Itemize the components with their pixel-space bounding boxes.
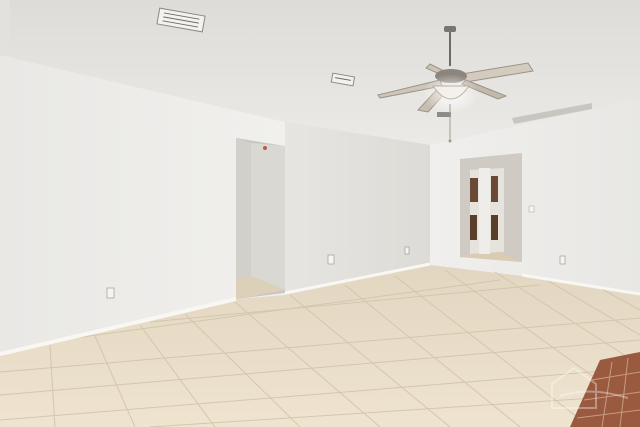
right-doorway-pillar — [479, 168, 490, 254]
hallway-light-dot — [263, 146, 267, 150]
outlet-center-wall — [327, 254, 335, 265]
outlet-left-wall — [106, 287, 115, 299]
far-door-2 — [491, 176, 498, 202]
far-door-4 — [470, 215, 477, 240]
far-door-1 — [470, 178, 478, 202]
fan-pull-chain-end — [448, 139, 452, 143]
left-doorway-side — [236, 138, 251, 279]
empty-room-photo — [0, 0, 640, 427]
left-doorway-inner-wall — [251, 143, 285, 290]
outlet-right-wall — [559, 255, 566, 265]
ceiling-vault-edge — [0, 0, 10, 55]
far-door-3 — [491, 215, 498, 240]
room-illustration — [0, 0, 640, 427]
outlet-center-wall-2 — [404, 246, 410, 255]
thermostat-right-wall — [528, 205, 535, 213]
fan-canopy — [444, 26, 456, 32]
